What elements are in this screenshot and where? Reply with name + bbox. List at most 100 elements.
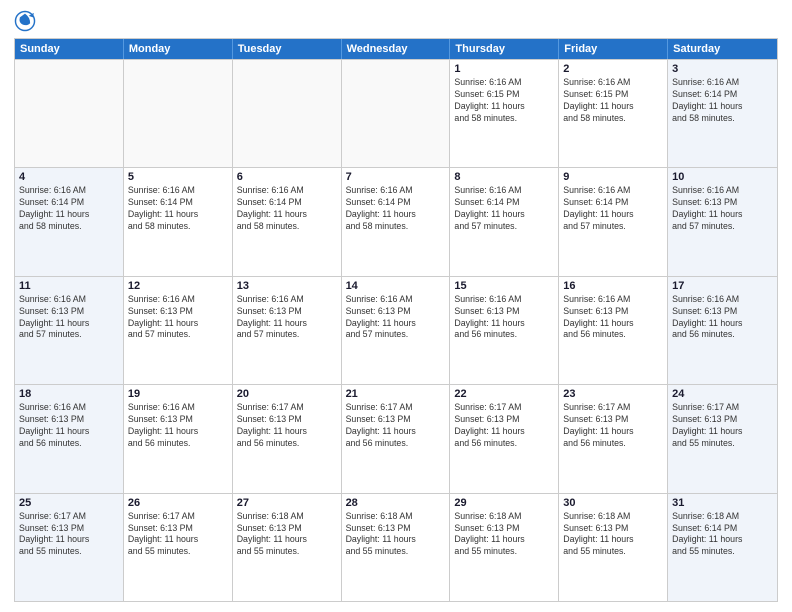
day-cell-12: 12 Sunrise: 6:16 AM Sunset: 6:13 PM Dayli… — [124, 277, 233, 384]
day-cell-22: 22 Sunrise: 6:17 AM Sunset: 6:13 PM Dayli… — [450, 385, 559, 492]
empty-cell-0-1 — [124, 60, 233, 167]
day-cell-23: 23 Sunrise: 6:17 AM Sunset: 6:13 PM Dayli… — [559, 385, 668, 492]
day-info: Sunrise: 6:17 AM Sunset: 6:13 PM Dayligh… — [19, 511, 119, 559]
day-info: Sunrise: 6:16 AM Sunset: 6:13 PM Dayligh… — [19, 294, 119, 342]
day-number: 13 — [237, 280, 337, 292]
week-row-4: 18 Sunrise: 6:16 AM Sunset: 6:13 PM Dayli… — [15, 384, 777, 492]
day-info: Sunrise: 6:16 AM Sunset: 6:13 PM Dayligh… — [454, 294, 554, 342]
day-info: Sunrise: 6:17 AM Sunset: 6:13 PM Dayligh… — [346, 402, 446, 450]
day-cell-15: 15 Sunrise: 6:16 AM Sunset: 6:13 PM Dayli… — [450, 277, 559, 384]
header-cell-monday: Monday — [124, 39, 233, 59]
logo — [14, 10, 40, 32]
calendar: SundayMondayTuesdayWednesdayThursdayFrid… — [14, 38, 778, 602]
week-row-2: 4 Sunrise: 6:16 AM Sunset: 6:14 PM Daylig… — [15, 167, 777, 275]
day-info: Sunrise: 6:16 AM Sunset: 6:13 PM Dayligh… — [563, 294, 663, 342]
day-number: 28 — [346, 497, 446, 509]
day-cell-10: 10Sunrise: 6:16 AM Sunset: 6:13 PM Dayli… — [668, 168, 777, 275]
week-row-3: 11 Sunrise: 6:16 AM Sunset: 6:13 PM Dayli… — [15, 276, 777, 384]
day-cell-13: 13 Sunrise: 6:16 AM Sunset: 6:13 PM Dayli… — [233, 277, 342, 384]
header-cell-wednesday: Wednesday — [342, 39, 451, 59]
day-number: 26 — [128, 497, 228, 509]
day-number: 29 — [454, 497, 554, 509]
calendar-body: 1 Sunrise: 6:16 AM Sunset: 6:15 PM Daylig… — [15, 59, 777, 601]
day-cell-16: 16 Sunrise: 6:16 AM Sunset: 6:13 PM Dayli… — [559, 277, 668, 384]
day-info: Sunrise: 6:16 AM Sunset: 6:14 PM Dayligh… — [346, 185, 446, 233]
header-cell-tuesday: Tuesday — [233, 39, 342, 59]
day-cell-17: 17Sunrise: 6:16 AM Sunset: 6:13 PM Dayli… — [668, 277, 777, 384]
day-info: Sunrise: 6:16 AM Sunset: 6:15 PM Dayligh… — [454, 77, 554, 125]
week-row-5: 25 Sunrise: 6:17 AM Sunset: 6:13 PM Dayli… — [15, 493, 777, 601]
day-number: 18 — [19, 388, 119, 400]
day-info: Sunrise: 6:17 AM Sunset: 6:13 PM Dayligh… — [237, 402, 337, 450]
day-number: 14 — [346, 280, 446, 292]
day-cell-27: 27 Sunrise: 6:18 AM Sunset: 6:13 PM Dayli… — [233, 494, 342, 601]
day-cell-9: 9 Sunrise: 6:16 AM Sunset: 6:14 PM Daylig… — [559, 168, 668, 275]
day-info: Sunrise: 6:17 AM Sunset: 6:13 PM Dayligh… — [563, 402, 663, 450]
day-number: 31 — [672, 497, 773, 509]
day-cell-25: 25 Sunrise: 6:17 AM Sunset: 6:13 PM Dayli… — [15, 494, 124, 601]
day-info: Sunrise: 6:18 AM Sunset: 6:13 PM Dayligh… — [237, 511, 337, 559]
day-number: 8 — [454, 171, 554, 183]
day-number: 16 — [563, 280, 663, 292]
day-info: Sunrise: 6:17 AM Sunset: 6:13 PM Dayligh… — [128, 511, 228, 559]
day-info: Sunrise: 6:17 AM Sunset: 6:13 PM Dayligh… — [672, 402, 773, 450]
day-number: 21 — [346, 388, 446, 400]
day-number: 25 — [19, 497, 119, 509]
empty-cell-0-3 — [342, 60, 451, 167]
day-cell-29: 29 Sunrise: 6:18 AM Sunset: 6:13 PM Dayli… — [450, 494, 559, 601]
empty-cell-0-0 — [15, 60, 124, 167]
day-number: 19 — [128, 388, 228, 400]
day-cell-31: 31Sunrise: 6:18 AM Sunset: 6:14 PM Dayli… — [668, 494, 777, 601]
day-cell-6: 6Sunrise: 6:16 AM Sunset: 6:14 PM Daylig… — [233, 168, 342, 275]
day-number: 1 — [454, 63, 554, 75]
day-info: Sunrise: 6:17 AM Sunset: 6:13 PM Dayligh… — [454, 402, 554, 450]
day-number: 30 — [563, 497, 663, 509]
day-cell-2: 2Sunrise: 6:16 AM Sunset: 6:15 PM Daylig… — [559, 60, 668, 167]
page: SundayMondayTuesdayWednesdayThursdayFrid… — [0, 0, 792, 612]
day-number: 23 — [563, 388, 663, 400]
day-number: 4 — [19, 171, 119, 183]
day-cell-28: 28 Sunrise: 6:18 AM Sunset: 6:13 PM Dayli… — [342, 494, 451, 601]
calendar-header: SundayMondayTuesdayWednesdayThursdayFrid… — [15, 39, 777, 59]
day-info: Sunrise: 6:18 AM Sunset: 6:13 PM Dayligh… — [454, 511, 554, 559]
day-cell-20: 20Sunrise: 6:17 AM Sunset: 6:13 PM Dayli… — [233, 385, 342, 492]
day-cell-26: 26 Sunrise: 6:17 AM Sunset: 6:13 PM Dayli… — [124, 494, 233, 601]
day-number: 27 — [237, 497, 337, 509]
day-number: 22 — [454, 388, 554, 400]
day-info: Sunrise: 6:18 AM Sunset: 6:13 PM Dayligh… — [563, 511, 663, 559]
header — [14, 10, 778, 32]
day-number: 10 — [672, 171, 773, 183]
logo-icon — [14, 10, 36, 32]
day-info: Sunrise: 6:16 AM Sunset: 6:13 PM Dayligh… — [19, 402, 119, 450]
day-number: 17 — [672, 280, 773, 292]
day-info: Sunrise: 6:16 AM Sunset: 6:13 PM Dayligh… — [128, 402, 228, 450]
day-cell-14: 14 Sunrise: 6:16 AM Sunset: 6:13 PM Dayli… — [342, 277, 451, 384]
day-info: Sunrise: 6:16 AM Sunset: 6:13 PM Dayligh… — [346, 294, 446, 342]
empty-cell-0-2 — [233, 60, 342, 167]
header-cell-saturday: Saturday — [668, 39, 777, 59]
day-cell-24: 24 Sunrise: 6:17 AM Sunset: 6:13 PM Dayli… — [668, 385, 777, 492]
day-cell-21: 21 Sunrise: 6:17 AM Sunset: 6:13 PM Dayli… — [342, 385, 451, 492]
day-cell-30: 30 Sunrise: 6:18 AM Sunset: 6:13 PM Dayli… — [559, 494, 668, 601]
day-info: Sunrise: 6:18 AM Sunset: 6:13 PM Dayligh… — [346, 511, 446, 559]
day-number: 11 — [19, 280, 119, 292]
day-cell-5: 5Sunrise: 6:16 AM Sunset: 6:14 PM Daylig… — [124, 168, 233, 275]
day-cell-7: 7 Sunrise: 6:16 AM Sunset: 6:14 PM Daylig… — [342, 168, 451, 275]
day-info: Sunrise: 6:16 AM Sunset: 6:13 PM Dayligh… — [237, 294, 337, 342]
day-cell-4: 4 Sunrise: 6:16 AM Sunset: 6:14 PM Daylig… — [15, 168, 124, 275]
day-number: 15 — [454, 280, 554, 292]
day-number: 24 — [672, 388, 773, 400]
week-row-1: 1 Sunrise: 6:16 AM Sunset: 6:15 PM Daylig… — [15, 59, 777, 167]
day-info: Sunrise: 6:16 AM Sunset: 6:14 PM Dayligh… — [19, 185, 119, 233]
day-info: Sunrise: 6:16 AM Sunset: 6:14 PM Dayligh… — [563, 185, 663, 233]
day-cell-3: 3Sunrise: 6:16 AM Sunset: 6:14 PM Daylig… — [668, 60, 777, 167]
day-number: 9 — [563, 171, 663, 183]
day-cell-1: 1 Sunrise: 6:16 AM Sunset: 6:15 PM Daylig… — [450, 60, 559, 167]
day-info: Sunrise: 6:16 AM Sunset: 6:13 PM Dayligh… — [128, 294, 228, 342]
day-info: Sunrise: 6:16 AM Sunset: 6:14 PM Dayligh… — [454, 185, 554, 233]
day-number: 5 — [128, 171, 228, 183]
day-number: 7 — [346, 171, 446, 183]
day-number: 3 — [672, 63, 773, 75]
header-cell-thursday: Thursday — [450, 39, 559, 59]
day-number: 12 — [128, 280, 228, 292]
